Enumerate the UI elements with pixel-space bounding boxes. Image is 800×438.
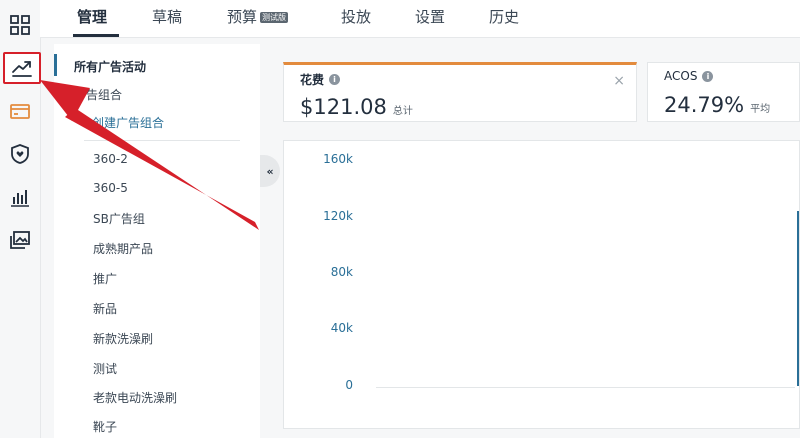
- trending-up-icon[interactable]: [3, 52, 41, 84]
- spend-metric-card[interactable]: 花费 i × $121.08 总计: [283, 62, 637, 122]
- tab-budget[interactable]: 预算 测试版: [227, 6, 289, 27]
- acos-label: ACOS: [664, 69, 698, 83]
- dashboard-grid-icon[interactable]: [6, 11, 34, 39]
- portfolio-item[interactable]: 成熟期产品: [93, 240, 153, 257]
- y-tick-label: 160k: [323, 152, 353, 166]
- y-tick-label: 80k: [330, 265, 353, 279]
- performance-chart: 160k 120k 80k 40k 0: [283, 140, 800, 429]
- spend-sub: 总计: [392, 106, 413, 117]
- spend-value-row: $121.08 总计: [300, 95, 413, 119]
- tab-budget-label: 预算: [227, 8, 258, 26]
- spend-label-row: 花费 i: [300, 71, 341, 88]
- portfolio-item[interactable]: 360-2: [93, 152, 128, 166]
- portfolio-item[interactable]: 靴子: [93, 418, 117, 435]
- all-campaigns-link[interactable]: 所有广告活动: [74, 58, 146, 75]
- portfolios-label[interactable]: 广告组合: [74, 86, 122, 103]
- acos-metric-card[interactable]: ACOS i 24.79% 平均: [647, 62, 800, 122]
- beta-badge: 测试版: [260, 12, 289, 23]
- info-icon[interactable]: i: [329, 74, 341, 85]
- collapse-sidebar-button[interactable]: «: [260, 155, 280, 187]
- portfolio-item[interactable]: 新品: [93, 300, 117, 317]
- y-tick-label: 40k: [330, 321, 353, 335]
- portfolio-item[interactable]: 老款电动洗澡刷: [93, 389, 177, 406]
- campaign-sidebar: 所有广告活动 广告组合 创建广告组合 360-2 360-5 SB广告组 成熟期…: [54, 44, 260, 438]
- create-portfolio-link[interactable]: 创建广告组合: [92, 114, 164, 131]
- tab-targeting[interactable]: 投放: [341, 6, 371, 27]
- top-nav: 管理 草稿 预算 测试版 投放 设置 历史: [40, 0, 800, 38]
- portfolio-item[interactable]: 测试: [93, 360, 117, 377]
- image-gallery-icon[interactable]: [6, 226, 34, 254]
- chart-baseline: [376, 387, 795, 388]
- series-line: [797, 211, 799, 386]
- acos-label-row: ACOS i: [664, 69, 714, 83]
- tab-history[interactable]: 历史: [489, 6, 519, 27]
- portfolio-item[interactable]: 推广: [93, 270, 117, 287]
- portfolio-item[interactable]: 新款洗澡刷: [93, 330, 153, 347]
- icon-rail: [0, 0, 41, 438]
- spend-label: 花费: [300, 73, 325, 87]
- close-icon[interactable]: ×: [613, 73, 625, 89]
- acos-sub: 平均: [750, 104, 771, 115]
- tab-settings[interactable]: 设置: [415, 6, 445, 27]
- bar-chart-icon[interactable]: [6, 183, 34, 211]
- y-tick-label: 120k: [323, 209, 353, 223]
- active-tab-indicator: [73, 34, 119, 37]
- acos-value: 24.79%: [664, 93, 745, 117]
- acos-value-row: 24.79% 平均: [664, 93, 770, 117]
- spend-value: $121.08: [300, 95, 387, 119]
- tab-drafts[interactable]: 草稿: [152, 6, 182, 27]
- card-icon[interactable]: [6, 97, 34, 125]
- shield-heart-icon[interactable]: [6, 140, 34, 168]
- tab-manage[interactable]: 管理: [77, 6, 107, 27]
- info-icon[interactable]: i: [702, 70, 714, 82]
- active-indicator: [54, 54, 57, 76]
- portfolio-item[interactable]: SB广告组: [93, 210, 145, 227]
- portfolio-item[interactable]: 360-5: [93, 181, 128, 195]
- sidebar-divider: [84, 140, 240, 141]
- y-tick-label: 0: [345, 378, 353, 392]
